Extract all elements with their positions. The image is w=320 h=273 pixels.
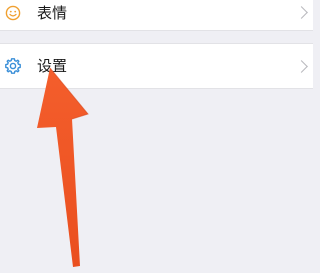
menu-item-settings[interactable]: 设置 bbox=[0, 43, 313, 89]
menu-item-emoji[interactable]: 表情 bbox=[0, 0, 313, 31]
chevron-right-icon bbox=[295, 60, 308, 73]
smiley-face-icon bbox=[4, 4, 22, 22]
chevron-right-icon bbox=[295, 6, 308, 19]
annotation-arrow bbox=[37, 67, 89, 267]
menu-item-label: 表情 bbox=[37, 4, 68, 22]
gear-icon bbox=[4, 57, 22, 75]
menu-item-label: 设置 bbox=[37, 57, 68, 75]
